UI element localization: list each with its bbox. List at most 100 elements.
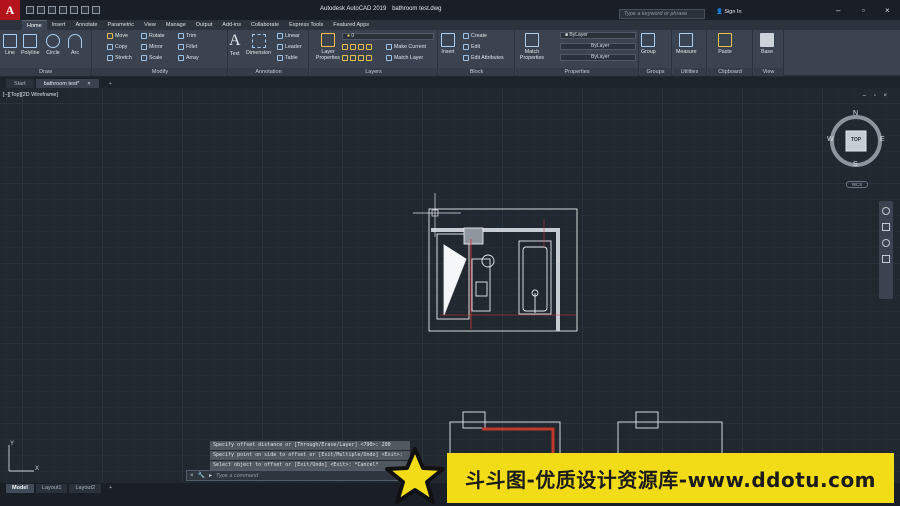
ribbon-tab-output[interactable]: Output	[191, 20, 218, 30]
recent-commands-icon[interactable]: ▸	[209, 472, 212, 479]
close-command-line-icon[interactable]: ×	[190, 473, 194, 479]
trim-button[interactable]: Trim	[178, 33, 196, 39]
edit-attributes-label: Edit Attributes	[471, 55, 504, 61]
save-icon[interactable]	[48, 6, 56, 14]
compass-east[interactable]: E	[880, 136, 885, 143]
linear-button[interactable]: Linear	[277, 33, 300, 39]
ucs-icon	[8, 445, 34, 472]
undo-icon[interactable]	[81, 6, 89, 14]
panel-title-draw[interactable]: Draw	[0, 68, 91, 76]
scale-button[interactable]: Scale	[141, 55, 162, 61]
insert-label: Insert	[441, 49, 455, 55]
fillet-button[interactable]: Fillet	[178, 44, 197, 50]
measure-button[interactable]: Measure	[676, 33, 697, 55]
customize-command-icon[interactable]: 🔧	[198, 472, 205, 479]
move-button[interactable]: Move	[107, 33, 128, 39]
ribbon-tab-featured-apps[interactable]: Featured Apps	[328, 20, 374, 30]
minimize-button[interactable]: –	[836, 6, 840, 15]
command-input[interactable]: Type a command	[216, 473, 258, 479]
ribbon-tab-collaborate[interactable]: Collaborate	[246, 20, 284, 30]
panel-title-properties[interactable]: Properties	[516, 68, 638, 76]
viewcube-top-face[interactable]: TOP	[846, 137, 866, 143]
stretch-button[interactable]: Stretch	[107, 55, 132, 61]
text-button[interactable]: A Text	[229, 33, 241, 58]
match-properties-button[interactable]: Match Properties	[517, 33, 547, 61]
linetype-dropdown[interactable]: ByLayer	[560, 43, 636, 50]
open-file-icon[interactable]	[37, 6, 45, 14]
panel-title-groups[interactable]: Groups	[640, 68, 671, 76]
add-layout-button[interactable]: +	[103, 484, 118, 493]
ribbon-tab-insert[interactable]: Insert	[47, 20, 71, 30]
arc-button[interactable]: Arc	[68, 34, 82, 56]
edit-block-button[interactable]: Edit	[463, 44, 480, 50]
tab-layout1[interactable]: Layout1	[35, 484, 68, 493]
compass-north[interactable]: N	[853, 110, 858, 117]
dimension-button[interactable]: Dimension	[246, 34, 271, 56]
tab-start[interactable]: Start	[6, 79, 34, 88]
layer-properties-button[interactable]: Layer Properties	[314, 33, 342, 61]
close-button[interactable]: ×	[885, 6, 890, 15]
panel-title-clipboard[interactable]: Clipboard	[708, 68, 752, 76]
measure-label: Measure	[676, 49, 697, 55]
ribbon-tab-home[interactable]: Home	[22, 20, 47, 30]
circle-button[interactable]: Circle	[46, 34, 60, 56]
drawing-canvas[interactable]: [–][Top][2D Wireframe] – ▫ × Y X	[0, 89, 900, 482]
compass-south[interactable]: S	[853, 161, 858, 168]
ribbon-tab-view[interactable]: View	[139, 20, 161, 30]
viewcube[interactable]: N S E W TOP	[826, 110, 886, 185]
sign-in-button[interactable]: 👤 Sign In	[716, 9, 742, 15]
pan-icon[interactable]	[882, 223, 890, 231]
create-block-button[interactable]: Create	[463, 33, 487, 39]
panel-title-utilities[interactable]: Utilities	[673, 68, 706, 76]
orbit-icon[interactable]	[882, 255, 890, 263]
compass-west[interactable]: W	[827, 136, 834, 143]
ribbon-tab-manage[interactable]: Manage	[161, 20, 191, 30]
print-icon[interactable]	[70, 6, 78, 14]
layer-tools-row-1[interactable]	[342, 44, 372, 50]
wcs-menu[interactable]: WCS	[846, 181, 868, 188]
panel-title-layers[interactable]: Layers	[310, 68, 437, 76]
close-tab-icon[interactable]: ×	[87, 81, 90, 87]
save-as-icon[interactable]	[59, 6, 67, 14]
steering-wheel-icon[interactable]	[882, 207, 890, 215]
paste-button[interactable]: Paste	[718, 33, 732, 55]
tab-model[interactable]: Model	[6, 484, 34, 493]
search-input[interactable]: Type a keyword or phrase	[619, 9, 705, 19]
redo-icon[interactable]	[92, 6, 100, 14]
tab-layout2[interactable]: Layout2	[69, 484, 102, 493]
new-tab-button[interactable]: +	[101, 79, 120, 88]
navigation-bar[interactable]	[879, 201, 893, 299]
line-button[interactable]: Line	[3, 34, 17, 56]
panel-title-modify[interactable]: Modify	[93, 68, 227, 76]
leader-button[interactable]: Leader	[277, 44, 302, 50]
new-file-icon[interactable]	[26, 6, 34, 14]
ribbon-tab-annotate[interactable]: Annotate	[70, 20, 102, 30]
base-view-button[interactable]: Base	[760, 33, 774, 55]
ribbon-tab-express-tools[interactable]: Express Tools	[284, 20, 328, 30]
make-current-button[interactable]: Make Current	[386, 44, 426, 50]
autocad-logo-button[interactable]: A	[0, 0, 20, 20]
table-button[interactable]: Table	[277, 55, 298, 61]
rotate-button[interactable]: Rotate	[141, 33, 165, 39]
polyline-button[interactable]: Polyline	[21, 34, 40, 56]
match-layer-button[interactable]: Match Layer	[386, 55, 423, 61]
insert-button[interactable]: Insert	[441, 33, 455, 55]
array-button[interactable]: Array	[178, 55, 199, 61]
copy-button[interactable]: Copy	[107, 44, 127, 50]
group-button[interactable]: Group	[641, 33, 656, 55]
layer-dropdown[interactable]: ● 0	[342, 33, 434, 40]
lineweight-dropdown[interactable]: ByLayer	[560, 54, 636, 61]
tab-bathroom-test[interactable]: bathroom test* ×	[35, 79, 99, 88]
layer-tools-row-2[interactable]	[342, 55, 372, 61]
mirror-icon	[141, 44, 147, 50]
ribbon-tab-parametric[interactable]: Parametric	[102, 20, 139, 30]
zoom-extents-icon[interactable]	[882, 239, 890, 247]
panel-title-annotation[interactable]: Annotation	[229, 68, 308, 76]
ribbon-tab-add-ins[interactable]: Add-ins	[217, 20, 246, 30]
color-dropdown[interactable]: ■ ByLayer	[560, 32, 636, 39]
edit-attributes-button[interactable]: Edit Attributes	[463, 55, 504, 61]
maximize-button[interactable]: ▫	[862, 6, 865, 15]
panel-title-view[interactable]: View	[754, 68, 783, 76]
mirror-button[interactable]: Mirror	[141, 44, 163, 50]
panel-title-block[interactable]: Block	[439, 68, 514, 76]
